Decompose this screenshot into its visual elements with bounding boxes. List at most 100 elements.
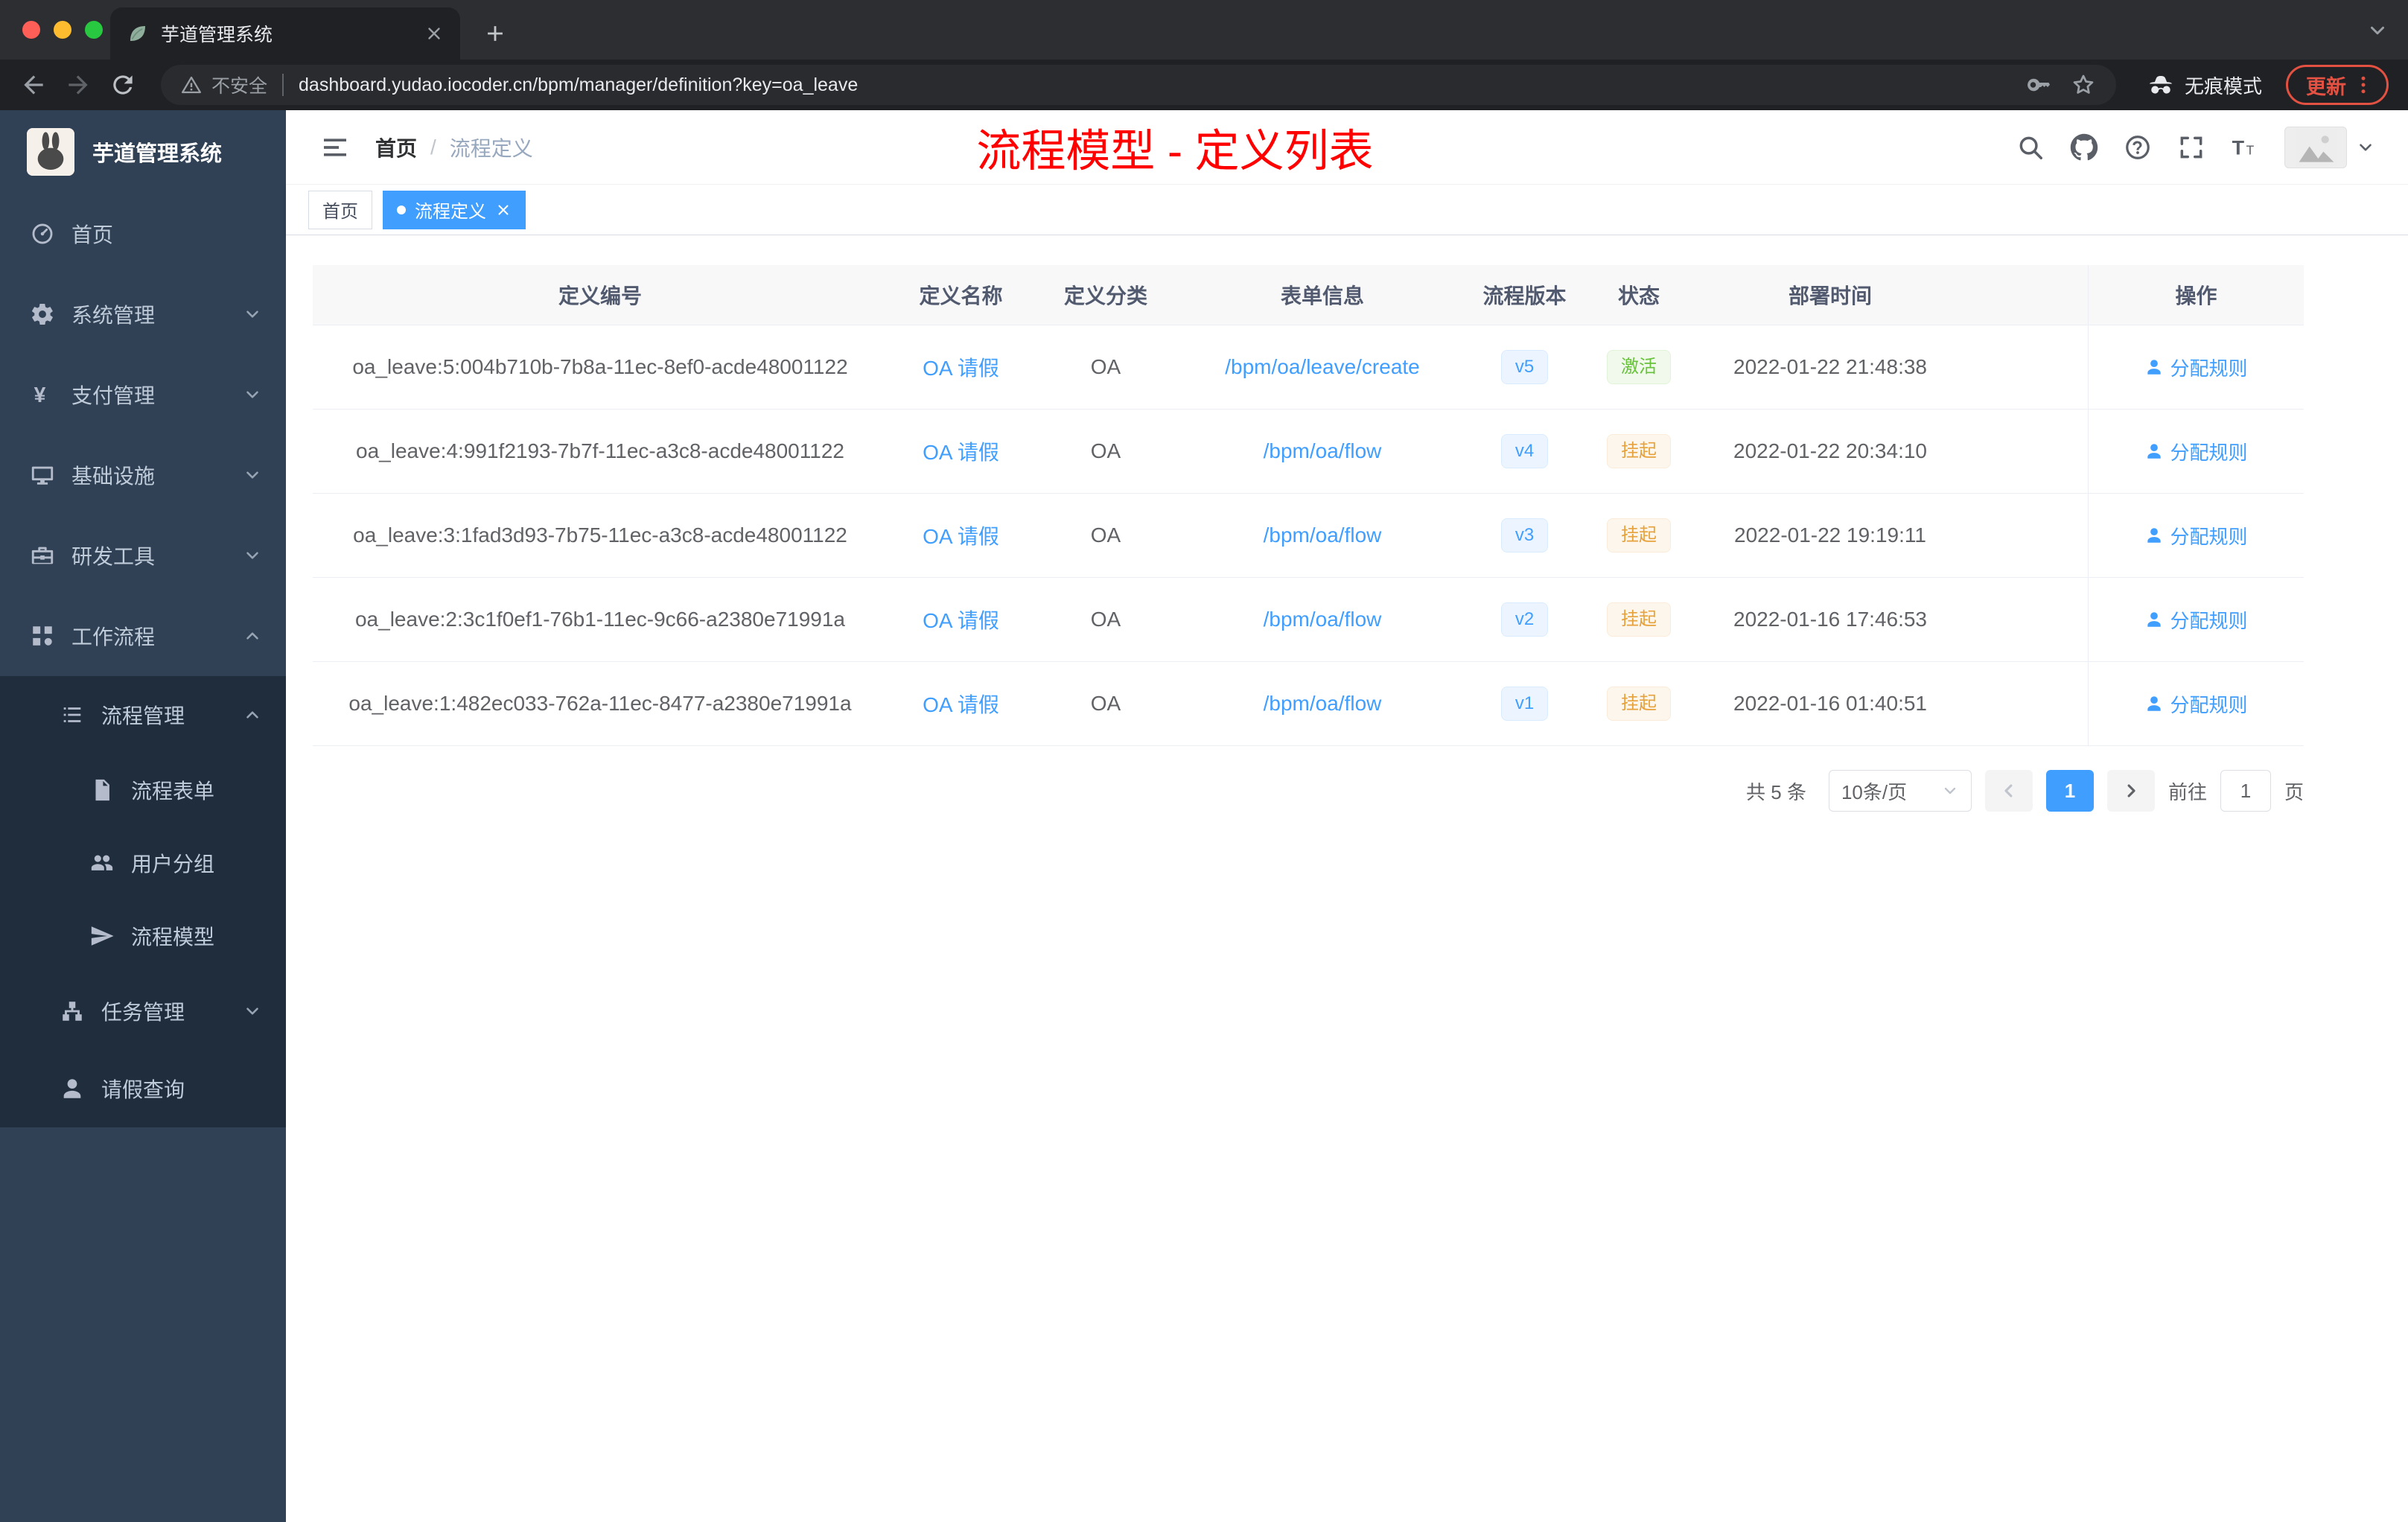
browser-toolbar: 不安全 dashboard.yudao.iocoder.cn/bpm/manag… <box>0 60 2408 110</box>
deploy-time-cell: 2022-01-16 17:46:53 <box>1733 608 1927 631</box>
browser-tab[interactable]: 芋道管理系统 <box>110 7 460 60</box>
tag-process-definition[interactable]: 流程定义 <box>383 190 526 229</box>
chevron-left-icon <box>1998 780 2019 801</box>
password-key-icon[interactable] <box>2025 71 2052 98</box>
user-avatar-menu[interactable] <box>2284 126 2375 168</box>
form-info-link[interactable]: /bpm/oa/leave/create <box>1225 355 1420 379</box>
new-tab-button[interactable] <box>482 21 508 46</box>
sidebar-item-workflow[interactable]: 工作流程 <box>0 596 286 676</box>
form-info-link[interactable]: /bpm/oa/flow <box>1264 692 1382 716</box>
sidebar-item-infrastructure[interactable]: 基础设施 <box>0 435 286 515</box>
sidebar-item-user-group[interactable]: 用户分组 <box>0 827 286 899</box>
top-navbar: 首页 / 流程定义 流程模型 - 定义列表 <box>286 110 2408 185</box>
version-badge: v4 <box>1500 433 1549 469</box>
breadcrumb-current: 流程定义 <box>449 136 533 160</box>
window-minimize-button[interactable] <box>54 21 71 39</box>
row-spacer <box>1964 662 2088 745</box>
font-size-icon[interactable] <box>2231 133 2259 162</box>
tab-favicon <box>127 22 149 45</box>
search-icon[interactable] <box>2016 133 2045 162</box>
page-1-button[interactable]: 1 <box>2045 770 2094 812</box>
assign-rule-link[interactable]: 分配规则 <box>2144 606 2248 634</box>
back-button[interactable] <box>19 71 48 99</box>
sidebar-item-payment-mgmt[interactable]: 支付管理 <box>0 354 286 435</box>
omnibox-divider <box>282 74 284 96</box>
breadcrumb-home[interactable]: 首页 <box>375 133 417 162</box>
chevron-down-icon <box>243 465 262 485</box>
window-close-button[interactable] <box>22 21 40 39</box>
form-info-link[interactable]: /bpm/oa/flow <box>1264 523 1382 547</box>
definition-name-link[interactable]: OA 请假 <box>923 520 999 550</box>
bookmark-star-icon[interactable] <box>2070 71 2097 98</box>
assign-rule-link[interactable]: 分配规则 <box>2144 438 2248 465</box>
col-spacer <box>1964 265 2088 325</box>
definition-id-cell: oa_leave:2:3c1f0ef1-76b1-11ec-9c66-a2380… <box>354 608 845 631</box>
window-zoom-button[interactable] <box>85 21 103 39</box>
chevron-down-icon <box>2356 138 2375 157</box>
monitor-icon <box>30 462 55 488</box>
table-row: oa_leave:2:3c1f0ef1-76b1-11ec-9c66-a2380… <box>313 578 2304 662</box>
tree-icon <box>60 999 85 1024</box>
row-spacer <box>1964 325 2088 409</box>
definition-name-link[interactable]: OA 请假 <box>923 436 999 466</box>
chevron-down-icon <box>1941 782 1959 800</box>
table-row: oa_leave:3:1fad3d93-7b75-11ec-a3c8-acde4… <box>313 494 2304 578</box>
tab-close-icon[interactable] <box>424 24 444 43</box>
chevron-right-icon <box>2121 780 2141 801</box>
sidebar-item-process-model[interactable]: 流程模型 <box>0 899 286 972</box>
next-page-button[interactable] <box>2106 770 2155 812</box>
assign-rule-link[interactable]: 分配规则 <box>2144 690 2248 718</box>
browser-update-button[interactable]: 更新 <box>2286 65 2389 105</box>
sidebar-item-leave-query[interactable]: 请假查询 <box>0 1050 286 1127</box>
browser-menu-dots-icon[interactable] <box>2352 74 2374 96</box>
sidebar-item-task-mgmt[interactable]: 任务管理 <box>0 972 286 1050</box>
user-icon <box>2144 694 2164 713</box>
sidebar-item-process-form[interactable]: 流程表单 <box>0 754 286 827</box>
sidebar-item-dev-tools[interactable]: 研发工具 <box>0 515 286 596</box>
people-icon <box>89 850 115 876</box>
tab-search-chevron-icon[interactable] <box>2366 19 2389 42</box>
sidebar: 芋道管理系统 首页 系统管理 支付管理 基础设施 研发工具 工作流程 流程管理 … <box>0 110 286 1522</box>
app-logo-row[interactable]: 芋道管理系统 <box>0 110 286 194</box>
page-content: 定义编号 定义名称 定义分类 表单信息 流程版本 状态 部署时间 操作 oa_l… <box>286 235 2408 1522</box>
definition-name-link[interactable]: OA 请假 <box>923 352 999 382</box>
definition-name-link[interactable]: OA 请假 <box>923 689 999 719</box>
tag-close-icon[interactable] <box>495 202 512 218</box>
sidebar-item-home[interactable]: 首页 <box>0 194 286 274</box>
github-icon[interactable] <box>2070 133 2098 162</box>
sidebar-item-system-mgmt[interactable]: 系统管理 <box>0 274 286 354</box>
row-spacer <box>1964 410 2088 493</box>
status-badge: 挂起 <box>1607 518 1671 553</box>
table-row: oa_leave:5:004b710b-7b8a-11ec-8ef0-acde4… <box>313 325 2304 410</box>
form-info-link[interactable]: /bpm/oa/flow <box>1264 439 1382 463</box>
row-spacer <box>1964 578 2088 661</box>
tag-home[interactable]: 首页 <box>308 190 372 229</box>
page-size-select[interactable]: 10条/页 <box>1828 770 1972 812</box>
goto-page-input[interactable] <box>2220 770 2271 812</box>
tab-title: 芋道管理系统 <box>161 25 273 45</box>
assign-rule-link[interactable]: 分配规则 <box>2144 522 2248 550</box>
browser-chrome: 芋道管理系统 不安全 dashboard.yudao.iocoder.cn/bp… <box>0 0 2408 110</box>
assign-rule-link[interactable]: 分配规则 <box>2144 354 2248 381</box>
prev-page-button[interactable] <box>1984 770 2033 812</box>
deploy-time-cell: 2022-01-16 01:40:51 <box>1733 692 1927 715</box>
forward-button[interactable] <box>64 71 92 99</box>
chevron-down-icon <box>243 385 262 404</box>
sidebar-item-process-mgmt[interactable]: 流程管理 <box>0 676 286 754</box>
definition-id-cell: oa_leave:3:1fad3d93-7b75-11ec-a3c8-acde4… <box>353 523 847 547</box>
workflow-icon <box>30 623 55 649</box>
deploy-time-cell: 2022-01-22 20:34:10 <box>1733 439 1927 462</box>
form-info-link[interactable]: /bpm/oa/flow <box>1264 608 1382 631</box>
sidebar-collapse-icon[interactable] <box>320 133 350 162</box>
help-icon[interactable] <box>2124 133 2152 162</box>
version-badge: v1 <box>1500 686 1549 722</box>
document-icon <box>89 777 115 803</box>
tab-strip: 芋道管理系统 <box>0 0 2408 60</box>
reload-button[interactable] <box>109 71 137 99</box>
fullscreen-icon[interactable] <box>2177 133 2205 162</box>
address-bar[interactable]: 不安全 dashboard.yudao.iocoder.cn/bpm/manag… <box>161 65 2116 105</box>
deploy-time-cell: 2022-01-22 19:19:11 <box>1734 523 1926 547</box>
definition-name-link[interactable]: OA 请假 <box>923 605 999 634</box>
sidebar-menu: 首页 系统管理 支付管理 基础设施 研发工具 工作流程 流程管理 流程表单 用户… <box>0 194 286 1127</box>
chevron-down-icon <box>243 305 262 324</box>
